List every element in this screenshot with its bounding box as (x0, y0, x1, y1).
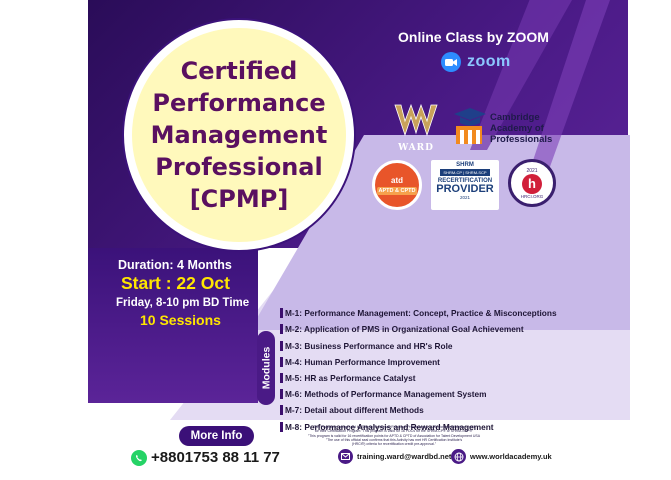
module-bullet (280, 324, 283, 335)
module-text: M-1: Performance Management: Concept, Pr… (285, 308, 557, 319)
email-icon (338, 449, 353, 464)
shrm-seal: SHRM SHRM-CP | SHRM-SCP RECERTIFICATION … (431, 160, 499, 210)
module-text: M-6: Methods of Performance Management S… (285, 389, 487, 400)
zoom-wordmark: zoom (467, 53, 511, 70)
phone-contact[interactable]: +8801753 88 11 77 (131, 449, 280, 466)
module-bullet (280, 389, 283, 400)
whatsapp-icon (131, 449, 147, 466)
shrm-year: 2021 (459, 195, 470, 200)
ward-wordmark: WARD (398, 143, 434, 153)
zoom-logo: zoom (441, 52, 511, 72)
shrm-certs: SHRM-CP | SHRM-SCP (440, 169, 490, 176)
title-line: Certified (180, 57, 298, 85)
poster: Certified Performance Management Profess… (0, 0, 671, 480)
phone-number: +8801753 88 11 77 (151, 449, 280, 466)
module-list: M-1: Performance Management: Concept, Pr… (280, 306, 580, 436)
shrm-wordmark: SHRM (456, 162, 474, 168)
website-url: www.worldacademy.uk (470, 452, 552, 461)
module-text: M-3: Business Performance and HR's Role (285, 340, 453, 351)
hrci-name: HRCI.ORG (520, 193, 544, 199)
graduation-cap-icon (454, 108, 486, 144)
website-link[interactable]: www.worldacademy.uk (451, 449, 552, 464)
cambridge-line: Academy of (490, 123, 544, 134)
duration-text: Duration: 4 Months (118, 258, 232, 272)
hrci-year: 2021 (526, 167, 538, 174)
module-item: M-4: Human Performance Improvement (280, 355, 580, 370)
atd-wordmark: atd (391, 175, 403, 185)
module-bullet (280, 340, 283, 351)
module-text: M-7: Detail about different Methods (285, 405, 424, 416)
fine-print-line: (HRCI®) criteria for recertification cre… (351, 442, 437, 447)
email-address: training.ward@wardbd.net (357, 452, 452, 461)
globe-icon (451, 449, 466, 464)
more-info-button[interactable]: More Info (179, 426, 254, 446)
module-text: M-2: Application of PMS in Organizationa… (285, 324, 524, 335)
shrm-provider: PROVIDER (436, 183, 494, 195)
title-line: [CPMP] (189, 185, 289, 213)
ward-emblem-icon (394, 103, 438, 137)
fine-print-line: for their Certification Program "This pr… (314, 429, 474, 434)
module-item: M-7: Detail about different Methods (280, 403, 580, 418)
class-time: Friday, 8-10 pm BD Time (116, 297, 250, 309)
start-date: Start : 22 Oct (121, 273, 230, 293)
atd-badge-text: APTD & CPTD (376, 186, 418, 195)
title-line: Performance (152, 89, 326, 117)
ward-logo: WARD (391, 103, 441, 153)
module-item: M-1: Performance Management: Concept, Pr… (280, 306, 580, 321)
title-circle: Certified Performance Management Profess… (124, 20, 354, 250)
hrci-mark: h (522, 173, 542, 194)
module-bullet (280, 308, 283, 319)
module-item: M-5: HR as Performance Catalyst (280, 371, 580, 386)
cambridge-line: Cambridge (490, 112, 540, 123)
session-count: 10 Sessions (140, 312, 221, 328)
module-bullet (280, 421, 283, 432)
online-class-heading: Online Class by ZOOM (398, 29, 549, 45)
module-bullet (280, 373, 283, 384)
module-item: M-2: Application of PMS in Organizationa… (280, 322, 580, 337)
modules-label: Modules (257, 331, 275, 405)
video-camera-icon (441, 52, 461, 72)
hrci-seal: 2021 h HRCI.ORG (508, 159, 556, 207)
module-item: M-3: Business Performance and HR's Role (280, 338, 580, 353)
module-bullet (280, 356, 283, 367)
cambridge-line: Professionals (490, 134, 553, 145)
title-line: Management (150, 121, 328, 149)
module-bullet (280, 405, 283, 416)
module-item: M-6: Methods of Performance Management S… (280, 387, 580, 402)
email-contact[interactable]: training.ward@wardbd.net (338, 449, 451, 464)
module-text: M-5: HR as Performance Catalyst (285, 373, 416, 384)
accreditation-fine-print: This Program is recognized by Society fo… (284, 425, 504, 446)
atd-seal: atd APTD & CPTD (372, 160, 422, 210)
title-line: Professional (155, 153, 323, 181)
modules-label-text: Modules (260, 346, 272, 390)
module-text: M-4: Human Performance Improvement (285, 356, 440, 367)
cambridge-academy-name: Cambridge Academy of Professionals (490, 112, 552, 145)
